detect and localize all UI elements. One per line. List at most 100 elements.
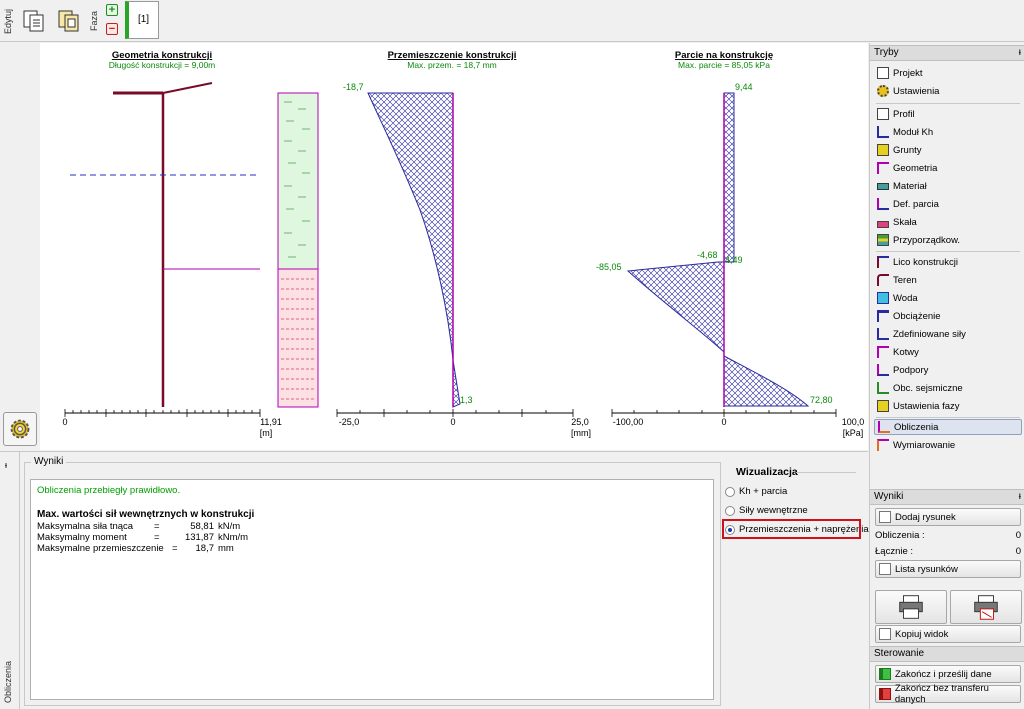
control-title: Sterowanie — [874, 648, 925, 659]
geometry-tick-max: 11,91 — [260, 417, 282, 427]
menu-item-phase-settings[interactable]: Ustawienia fazy — [877, 398, 960, 414]
result-eq: = — [154, 532, 160, 543]
menu-item-structure-face[interactable]: Lico konstrukcji — [877, 254, 958, 270]
water-icon — [877, 292, 889, 304]
radio-internal-forces[interactable]: Siły wewnętrzne — [725, 505, 808, 516]
pressure-label-bottom: 72,80 — [810, 395, 833, 405]
menu-label: Ustawienia — [893, 85, 940, 97]
menu-item-water[interactable]: Woda — [877, 290, 918, 306]
total-count-row: Łącznie : 0 — [875, 546, 1021, 557]
displacement-subtitle: Max. przem. = 18,7 mm — [407, 60, 497, 70]
finish-send-button[interactable]: Zakończ i prześlij dane — [875, 665, 1021, 683]
displacement-curve — [367, 92, 461, 408]
modes-title: Tryby — [874, 47, 899, 58]
copy-document-button[interactable] — [20, 7, 46, 33]
menu-item-soils[interactable]: Grunty — [877, 142, 922, 158]
drawings-list-button[interactable]: Lista rysunków — [875, 560, 1021, 578]
menu-item-profile[interactable]: Profil — [877, 106, 915, 122]
pin-icon[interactable]: ᵻ — [5, 460, 7, 470]
results-diagram: Geometria konstrukcji Długość konstrukcj… — [62, 50, 864, 438]
phase-label: Faza — [89, 11, 99, 32]
seismic-icon — [877, 382, 889, 394]
menu-item-dimensioning[interactable]: Wymiarowanie — [877, 437, 955, 453]
add-drawing-icon — [879, 511, 891, 523]
results-header: Wyniki ᵻ — [870, 489, 1024, 505]
settings-button[interactable] — [3, 412, 37, 446]
menu-item-analysis[interactable]: Obliczenia — [874, 419, 1022, 435]
menu-label: Def. parcia — [893, 198, 939, 210]
menu-item-material[interactable]: Materiał — [877, 178, 927, 194]
menu-label: Lico konstrukcji — [893, 256, 958, 268]
modes-header: Tryby ᵻ — [870, 45, 1024, 61]
geometry-unit: [m] — [260, 428, 273, 438]
print-preview-icon — [974, 595, 998, 620]
result-row: Maksymalne przemieszczenie = 18,7 mm — [37, 543, 234, 554]
menu-label: Woda — [893, 292, 918, 304]
displacement-x-axis — [336, 409, 574, 417]
menu-label: Zdefiniowane siły — [893, 328, 966, 340]
menu-item-pressure-def[interactable]: Def. parcia — [877, 196, 939, 212]
check-icon — [879, 668, 891, 680]
menu-item-settings[interactable]: Ustawienia — [877, 83, 939, 99]
result-value: 131,87 — [184, 532, 214, 543]
add-drawing-button[interactable]: Dodaj rysunek — [875, 508, 1021, 526]
menu-item-geometry[interactable]: Geometria — [877, 160, 937, 176]
remove-phase-button[interactable]: − — [106, 23, 118, 35]
pin-icon[interactable]: ᵻ — [1019, 490, 1021, 504]
calc-count-row: Obliczenia : 0 — [875, 530, 1021, 541]
menu-item-surcharge[interactable]: Obciążenie — [877, 308, 941, 324]
menu-item-applied-forces[interactable]: Zdefiniowane siły — [877, 326, 966, 342]
displacement-unit: [mm] — [571, 428, 591, 438]
visualization-group: Wizualizacja Kh + parcia Siły wewnętrzne… — [722, 466, 869, 535]
phase-tab-1[interactable]: [1] — [125, 1, 159, 39]
menu-item-kh-modulus[interactable]: Moduł Kh — [877, 124, 933, 140]
pressure-unit: [kPa] — [843, 428, 864, 438]
menu-item-terrain[interactable]: Teren — [877, 272, 917, 288]
result-value: 18,7 — [195, 543, 215, 554]
result-unit: mm — [218, 543, 234, 554]
material-icon — [877, 182, 889, 190]
geometry-subtitle: Długość konstrukcji = 9,00m — [109, 60, 216, 70]
result-unit: kN/m — [218, 521, 241, 532]
add-phase-button[interactable]: + — [106, 4, 118, 16]
drawings-list-icon — [879, 563, 891, 575]
displacement-tick-0: 0 — [450, 417, 455, 427]
result-row: Maksymalny moment = 131,87 kNm/m — [37, 532, 707, 543]
print-preview-button[interactable] — [950, 590, 1022, 624]
selected-option-highlight — [722, 519, 861, 539]
results-text-box: Obliczenia przebiegły prawidłowo. Max. w… — [30, 479, 714, 700]
menu-item-props[interactable]: Podpory — [877, 362, 928, 378]
displacement-tick-max: 25,0 — [571, 417, 589, 427]
pressure-subtitle: Max. parcie = 85,05 kPa — [678, 60, 770, 70]
finish-no-transfer-button[interactable]: Zakończ bez transferu danych — [875, 683, 1021, 705]
menu-label: Grunty — [893, 144, 922, 156]
surcharge-icon — [877, 310, 889, 322]
radio-kh-pressure[interactable]: Kh + parcia — [725, 486, 787, 497]
paste-document-button[interactable] — [55, 7, 81, 33]
results-side-tab[interactable]: ᵻ Obliczenia — [0, 452, 20, 709]
pressure-bottom-zone — [723, 355, 810, 407]
menu-item-seismic[interactable]: Obc. sejsmiczne — [877, 380, 963, 396]
radio-button[interactable] — [725, 505, 735, 516]
print-button[interactable] — [875, 590, 947, 624]
menu-label: Przyporządkow. — [893, 234, 961, 246]
result-label: Maksymalna siła tnąca — [37, 521, 134, 532]
results-group-title: Wyniki — [31, 456, 67, 467]
radio-button[interactable] — [725, 486, 735, 497]
copy-view-button[interactable]: Kopiuj widok — [875, 625, 1021, 643]
menu-item-anchors[interactable]: Kotwy — [877, 344, 919, 360]
radio-label: Siły wewnętrzne — [739, 505, 808, 516]
analysis-icon — [878, 421, 890, 433]
pressure-label-top: 9,44 — [735, 82, 753, 92]
result-row: Maksymalna siła tnąca = 58,81 kN/m — [37, 521, 707, 532]
menu-item-rock[interactable]: Skała — [877, 214, 917, 230]
menu-label: Materiał — [893, 180, 927, 192]
drawing-canvas[interactable]: Geometria konstrukcji Długość konstrukcj… — [40, 43, 868, 450]
result-value: 58,81 — [190, 521, 214, 532]
menu-item-assignment[interactable]: Przyporządkow. — [877, 232, 960, 248]
top-toolbar: Edytuj Faza + − [1] — [0, 0, 1024, 42]
calc-count-value: 0 — [1015, 530, 1021, 541]
structure-face-icon — [877, 256, 889, 268]
menu-item-project[interactable]: Projekt — [877, 65, 923, 81]
pin-icon[interactable]: ᵻ — [1019, 46, 1021, 60]
